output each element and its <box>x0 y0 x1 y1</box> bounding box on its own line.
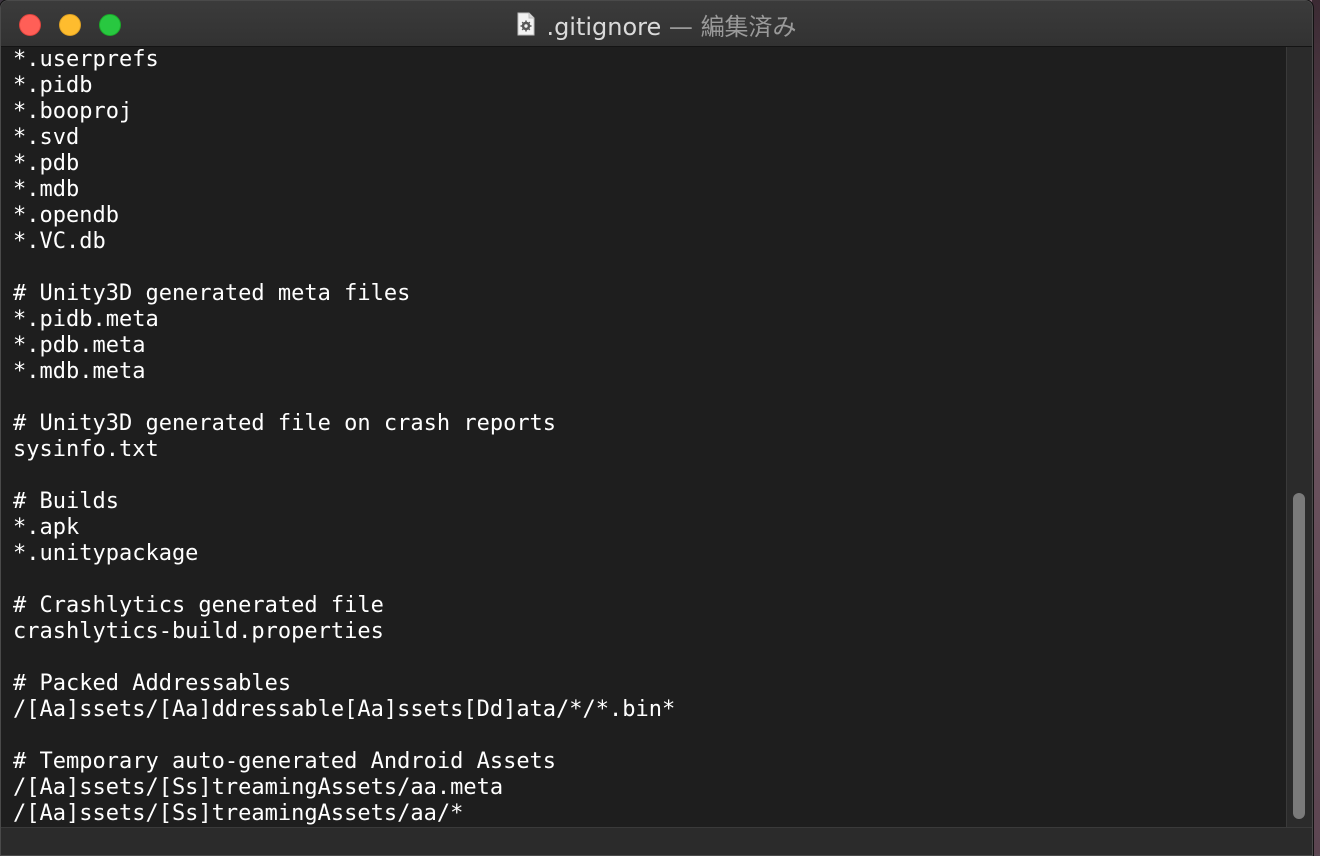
text-line: crashlytics-build.properties <box>13 619 1286 645</box>
text-line: *.pdb.meta <box>13 333 1286 359</box>
text-line: *.opendb <box>13 203 1286 229</box>
text-line: *.pidb.meta <box>13 307 1286 333</box>
text-line <box>13 567 1286 593</box>
window-title-group: .gitignore — 編集済み <box>1 1 1312 47</box>
text-line <box>13 463 1286 489</box>
zoom-window-button[interactable] <box>99 14 121 36</box>
text-line: sysinfo.txt <box>13 437 1286 463</box>
text-line: # Crashlytics generated file <box>13 593 1286 619</box>
text-line: *.userprefs <box>13 47 1286 73</box>
window-title: .gitignore — 編集済み <box>546 7 796 42</box>
text-line <box>13 385 1286 411</box>
close-window-button[interactable] <box>19 14 41 36</box>
text-line <box>13 723 1286 749</box>
text-line: *.booproj <box>13 99 1286 125</box>
text-line: *.apk <box>13 515 1286 541</box>
text-line: # Packed Addressables <box>13 671 1286 697</box>
settings-document-icon[interactable] <box>516 12 536 36</box>
text-line: /[Aa]ssets/[Aa]ddressable[Aa]ssets[Dd]at… <box>13 697 1286 723</box>
text-line <box>13 645 1286 671</box>
text-line: *.VC.db <box>13 229 1286 255</box>
text-line: *.pdb <box>13 151 1286 177</box>
text-line <box>13 255 1286 281</box>
desktop-background-strip <box>1312 0 1320 854</box>
text-line: *.pidb <box>13 73 1286 99</box>
vertical-scrollbar[interactable] <box>1286 47 1312 827</box>
text-editor-area[interactable]: *.userprefs*.pidb*.booproj*.svd*.pdb*.md… <box>1 47 1286 827</box>
text-line: *.mdb <box>13 177 1286 203</box>
text-line: # Temporary auto-generated Android Asset… <box>13 749 1286 775</box>
text-line: # Unity3D generated file on crash report… <box>13 411 1286 437</box>
text-line: *.unitypackage <box>13 541 1286 567</box>
title-separator: — <box>669 13 693 41</box>
document-edit-status: 編集済み <box>701 13 797 41</box>
text-line: # Unity3D generated meta files <box>13 281 1286 307</box>
minimize-window-button[interactable] <box>59 14 81 36</box>
scrollbar-thumb[interactable] <box>1293 493 1305 819</box>
title-bar[interactable]: .gitignore — 編集済み <box>1 1 1312 47</box>
horizontal-scrollbar-area[interactable] <box>1 827 1312 855</box>
text-line: *.mdb.meta <box>13 359 1286 385</box>
document-name: .gitignore <box>546 13 661 41</box>
text-line: # Builds <box>13 489 1286 515</box>
text-line: /[Aa]ssets/[Ss]treamingAssets/aa/* <box>13 801 1286 827</box>
text-editor-window: .gitignore — 編集済み *.userprefs*.pidb*.boo… <box>0 0 1313 856</box>
text-line: *.svd <box>13 125 1286 151</box>
gitignore-text[interactable]: *.userprefs*.pidb*.booproj*.svd*.pdb*.md… <box>1 47 1286 827</box>
text-line: /[Aa]ssets/[Ss]treamingAssets/aa.meta <box>13 775 1286 801</box>
